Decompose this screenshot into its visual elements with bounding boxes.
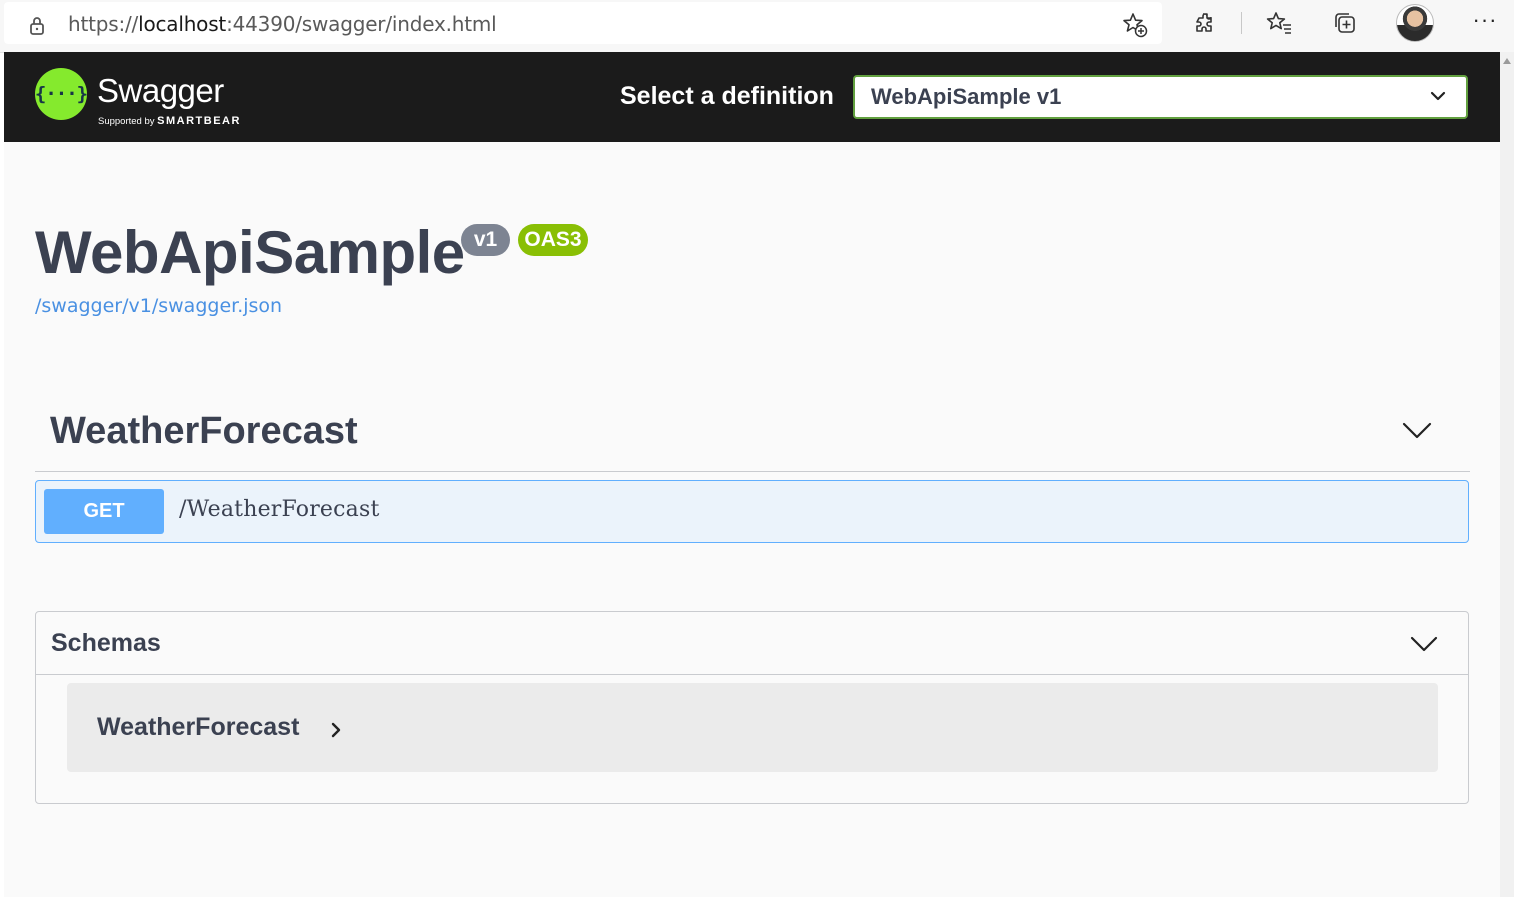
address-bar[interactable]: https://localhost:44390/swagger/index.ht… — [4, 2, 1162, 44]
scroll-up-arrow-icon[interactable] — [1503, 58, 1511, 64]
swagger-logo-text[interactable]: Swagger — [97, 72, 224, 110]
model-weatherforecast[interactable]: WeatherForecast — [67, 683, 1438, 772]
model-name[interactable]: WeatherForecast — [97, 713, 299, 742]
select-definition-label: Select a definition — [620, 82, 834, 110]
operation-get-weatherforecast[interactable]: GET /WeatherForecast — [35, 480, 1469, 543]
extensions-icon[interactable] — [1191, 8, 1221, 38]
lock-icon[interactable] — [26, 14, 48, 36]
logo-sub-prefix: Supported by — [98, 116, 155, 127]
url-path: :44390/swagger/index.html — [226, 12, 497, 36]
definition-select[interactable]: WebApiSample v1 — [853, 75, 1468, 119]
avatar[interactable] — [1396, 4, 1434, 42]
operation-path[interactable]: /WeatherForecast — [179, 497, 380, 522]
http-method-badge[interactable]: GET — [44, 489, 164, 534]
api-title: WebApiSample — [35, 219, 465, 286]
url-prefix: https:// — [68, 12, 139, 36]
schemas-title: Schemas — [51, 629, 161, 657]
swagger-topbar: {···} Swagger Supported by SMARTBEAR Sel… — [4, 52, 1500, 142]
toolbar-separator — [1241, 12, 1242, 34]
definition-select-value: WebApiSample v1 — [871, 84, 1062, 109]
version-badge: v1 — [461, 224, 510, 256]
chevron-down-icon[interactable] — [1402, 421, 1432, 441]
chevron-right-icon[interactable] — [329, 721, 343, 739]
more-icon[interactable]: ··· — [1470, 8, 1500, 38]
collections-icon[interactable] — [1330, 8, 1360, 38]
url-text[interactable]: https://localhost:44390/swagger/index.ht… — [68, 12, 497, 36]
schemas-header[interactable]: Schemas — [36, 612, 1468, 675]
page-viewport: {···} Swagger Supported by SMARTBEAR Sel… — [4, 52, 1500, 897]
oas-badge: OAS3 — [518, 224, 588, 256]
chevron-down-icon — [1430, 91, 1446, 101]
logo-sub-brand: SMARTBEAR — [157, 115, 241, 127]
tag-weatherforecast-header[interactable]: WeatherForecast — [35, 397, 1470, 472]
browser-toolbar: https://localhost:44390/swagger/index.ht… — [0, 0, 1514, 53]
vertical-scrollbar[interactable] — [1500, 52, 1514, 897]
swagger-logo-subtitle: Supported by SMARTBEAR — [98, 115, 241, 127]
schemas-section: Schemas WeatherForecast — [35, 611, 1469, 804]
star-add-icon[interactable] — [1120, 10, 1150, 40]
spec-json-link[interactable]: /swagger/v1/swagger.json — [35, 295, 282, 317]
url-host: localhost — [138, 12, 227, 36]
chevron-down-icon[interactable] — [1410, 635, 1438, 653]
swagger-logo-icon[interactable]: {···} — [35, 68, 88, 120]
tag-title: WeatherForecast — [50, 410, 358, 452]
favorites-icon[interactable] — [1264, 8, 1294, 38]
